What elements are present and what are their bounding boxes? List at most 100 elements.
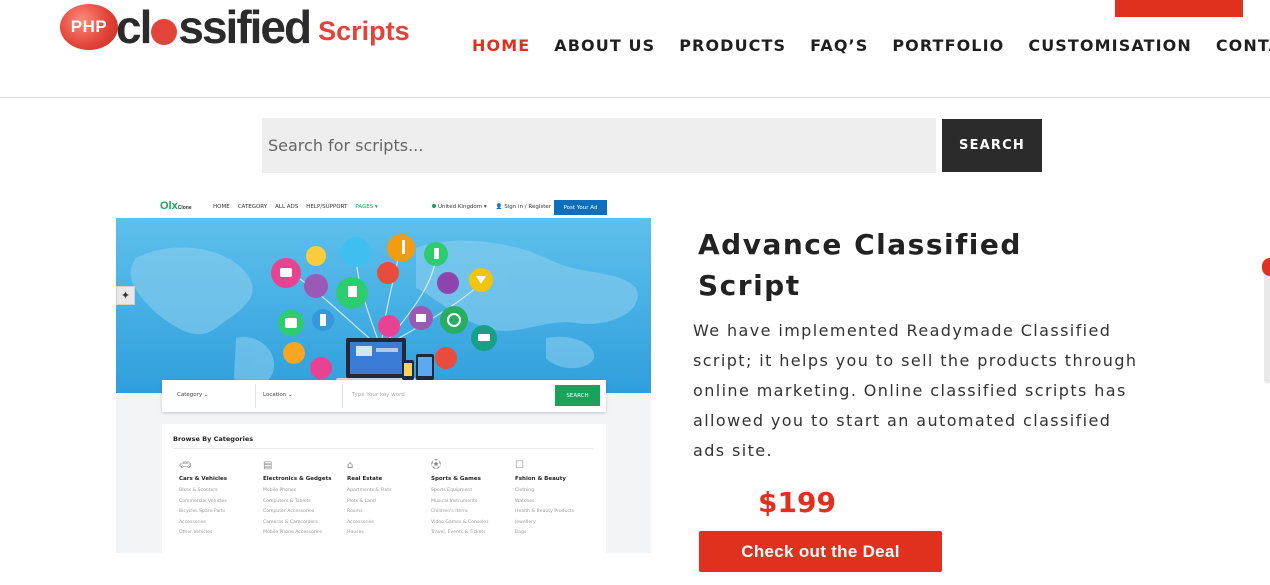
header-divider (0, 97, 1270, 98)
preview-category-item: Clothing (515, 488, 535, 493)
preview-location-select: Location ⌄ (263, 392, 293, 398)
preview-category-items: Bikes & Scooters Commercial Vehicles Bic… (179, 486, 263, 539)
preview-category-item: Bikes & Scooters (179, 488, 218, 493)
preview-nav-link: CATEGORY (237, 204, 268, 210)
preview-logo-small: Clone (177, 205, 192, 211)
preview-nav-link: HOME (213, 204, 230, 210)
preview-navbar: OlxClone HOME CATEGORY ALL ADS HELP/SUPP… (116, 190, 651, 218)
site-logo[interactable]: PHP cl ssified Scripts (60, 2, 410, 52)
search-button[interactable]: SEARCH (942, 119, 1042, 172)
lightbox-toggle-icon[interactable]: ✦ (116, 286, 135, 305)
preview-category-column: ▤ Electronics & Gedgets Mobile Phones Co… (263, 460, 347, 539)
preview-category-item: Watches (515, 498, 535, 504)
preview-category-column: 🚗︎ Cars & Vehicles Bikes & Scooters Comm… (179, 460, 263, 539)
preview-category-item: Commercial Vehicles (179, 498, 227, 504)
logo-word-start: cl (116, 1, 152, 53)
nav-products[interactable]: PRODUCTS (679, 36, 786, 56)
real-estate-icon: ⌂ (347, 460, 354, 471)
hero-illustration (130, 234, 638, 387)
preview-post-ad-button: Post Your Ad (554, 200, 607, 215)
nav-portfolio[interactable]: PORTFOLIO (892, 36, 1004, 56)
nav-contact[interactable]: CONTACT (1216, 36, 1270, 56)
preview-category-title: Cars & Vehicles (179, 476, 227, 482)
edge-scroll-thumb[interactable] (1262, 258, 1270, 276)
preview-category-column: ⌂ Real Estate Apartments & Flats Plots &… (347, 460, 431, 539)
preview-category-item: Video Games & Consoles (431, 519, 489, 525)
nav-faqs[interactable]: FAQ’S (810, 36, 868, 56)
preview-signin-label: Sign in / Register (504, 204, 552, 210)
preview-logo-main: Olx (160, 200, 178, 212)
php-badge-icon: PHP (60, 4, 118, 50)
preview-search-button: SEARCH (555, 385, 600, 406)
preview-category-item: Other Vehicles (179, 530, 213, 535)
preview-divider (173, 448, 593, 449)
preview-category-item: Bags (515, 530, 527, 535)
preview-search-bar: Category ⌄ Location ⌄ Type Your key word… (162, 380, 606, 412)
preview-category-item: Cameras & Camcorders (263, 519, 318, 525)
product-title: Advance Classified Script (698, 228, 1022, 302)
preview-category-column: ☐ Fshion & Beauty Clothing Watches Healt… (515, 460, 599, 539)
main-nav: HOME ABOUT US PRODUCTS FAQ’S PORTFOLIO C… (472, 36, 1270, 56)
preview-hero-banner (116, 218, 651, 393)
nav-customisation[interactable]: CUSTOMISATION (1028, 36, 1191, 56)
preview-category-items: Sports Equipment Musical Instruments Chi… (431, 486, 515, 539)
preview-category-item: Sports Equipment (431, 488, 473, 493)
preview-category-item: Children's Items (431, 509, 469, 514)
preview-category-column: ⚽︎ Sports & Games Sports Equipment Music… (431, 460, 515, 539)
electronics-icon: ▤ (263, 460, 273, 471)
product-preview-image[interactable]: OlxClone HOME CATEGORY ALL ADS HELP/SUPP… (116, 190, 651, 553)
product-price: $199 (758, 486, 836, 519)
sports-icon: ⚽︎ (431, 460, 441, 471)
preview-nav-link: PAGES ▾ (355, 204, 378, 210)
top-accent-bar (1115, 0, 1243, 17)
check-deal-button[interactable]: Check out the Deal (699, 531, 942, 572)
preview-category-item: Mobile Phones (263, 488, 297, 493)
preview-category-item: Health & Beauty Products (515, 509, 575, 514)
preview-nav-links: HOME CATEGORY ALL ADS HELP/SUPPORT PAGES… (213, 204, 378, 210)
preview-category-title: Sports & Games (431, 476, 481, 482)
logo-suffix: Scripts (318, 15, 410, 46)
search-input[interactable] (262, 118, 936, 173)
preview-category-item: Accessories (179, 519, 206, 525)
logo-word-end: ssified (178, 1, 312, 53)
preview-category-item: Houses (347, 530, 364, 535)
preview-nav-right: United Kingdom ▾ 👤 Sign in / Register (432, 204, 551, 210)
preview-category-item: Mobile Phone Accessories (263, 530, 323, 535)
preview-country-label: United Kingdom ▾ (438, 204, 487, 210)
preview-categories-panel: Browse By Categories 🚗︎ Cars & Vehicles … (162, 424, 606, 553)
product-description: We have implemented Readymade Classified… (693, 321, 1138, 460)
globe-icon (432, 204, 436, 208)
preview-nav-link: HELP/SUPPORT (306, 204, 348, 210)
preview-category-item: Rooms (347, 509, 363, 514)
preview-keyword-input: Type Your key word (352, 392, 405, 398)
preview-category-items: Mobile Phones Computers & Tablets Comput… (263, 486, 347, 539)
preview-category-title: Fshion & Beauty (515, 476, 566, 482)
preview-divider (342, 384, 343, 408)
preview-category-select: Category ⌄ (177, 392, 209, 398)
preview-category-item: Plots & Land (347, 498, 376, 504)
laptop-illustration (336, 338, 434, 383)
nav-about-us[interactable]: ABOUT US (554, 36, 655, 56)
preview-category-item: Computers & Tablets (263, 498, 311, 504)
preview-category-item: Jewellery (515, 519, 536, 525)
edge-scroll-track[interactable] (1264, 258, 1270, 383)
fashion-icon: ☐ (515, 460, 524, 471)
preview-category-item: Apartments & Flats (347, 488, 392, 493)
preview-divider (255, 384, 256, 408)
preview-nav-link: ALL ADS (275, 204, 299, 210)
car-icon: 🚗︎ (179, 460, 192, 471)
preview-category-title: Real Estate (347, 476, 383, 482)
logo-wordmark: cl ssified (116, 1, 312, 53)
logo-o-dot-icon (151, 19, 178, 45)
preview-category-title: Electronics & Gedgets (263, 476, 332, 482)
preview-category-item: Bicycles Spare Parts (179, 509, 226, 514)
preview-signin: 👤 Sign in / Register (495, 204, 552, 210)
nav-home[interactable]: HOME (472, 36, 530, 56)
preview-category-items: Apartments & Flats Plots & Land Rooms Ac… (347, 486, 431, 539)
page: PHP cl ssified Scripts HOME ABOUT US PROD… (0, 0, 1270, 585)
preview-category-item: Musical Instruments (431, 498, 478, 504)
preview-categories-title: Browse By Categories (173, 435, 254, 443)
preview-logo: OlxClone (160, 200, 192, 212)
preview-country: United Kingdom ▾ (432, 204, 487, 210)
preview-category-item: Travel, Events & Tickets (431, 530, 486, 535)
